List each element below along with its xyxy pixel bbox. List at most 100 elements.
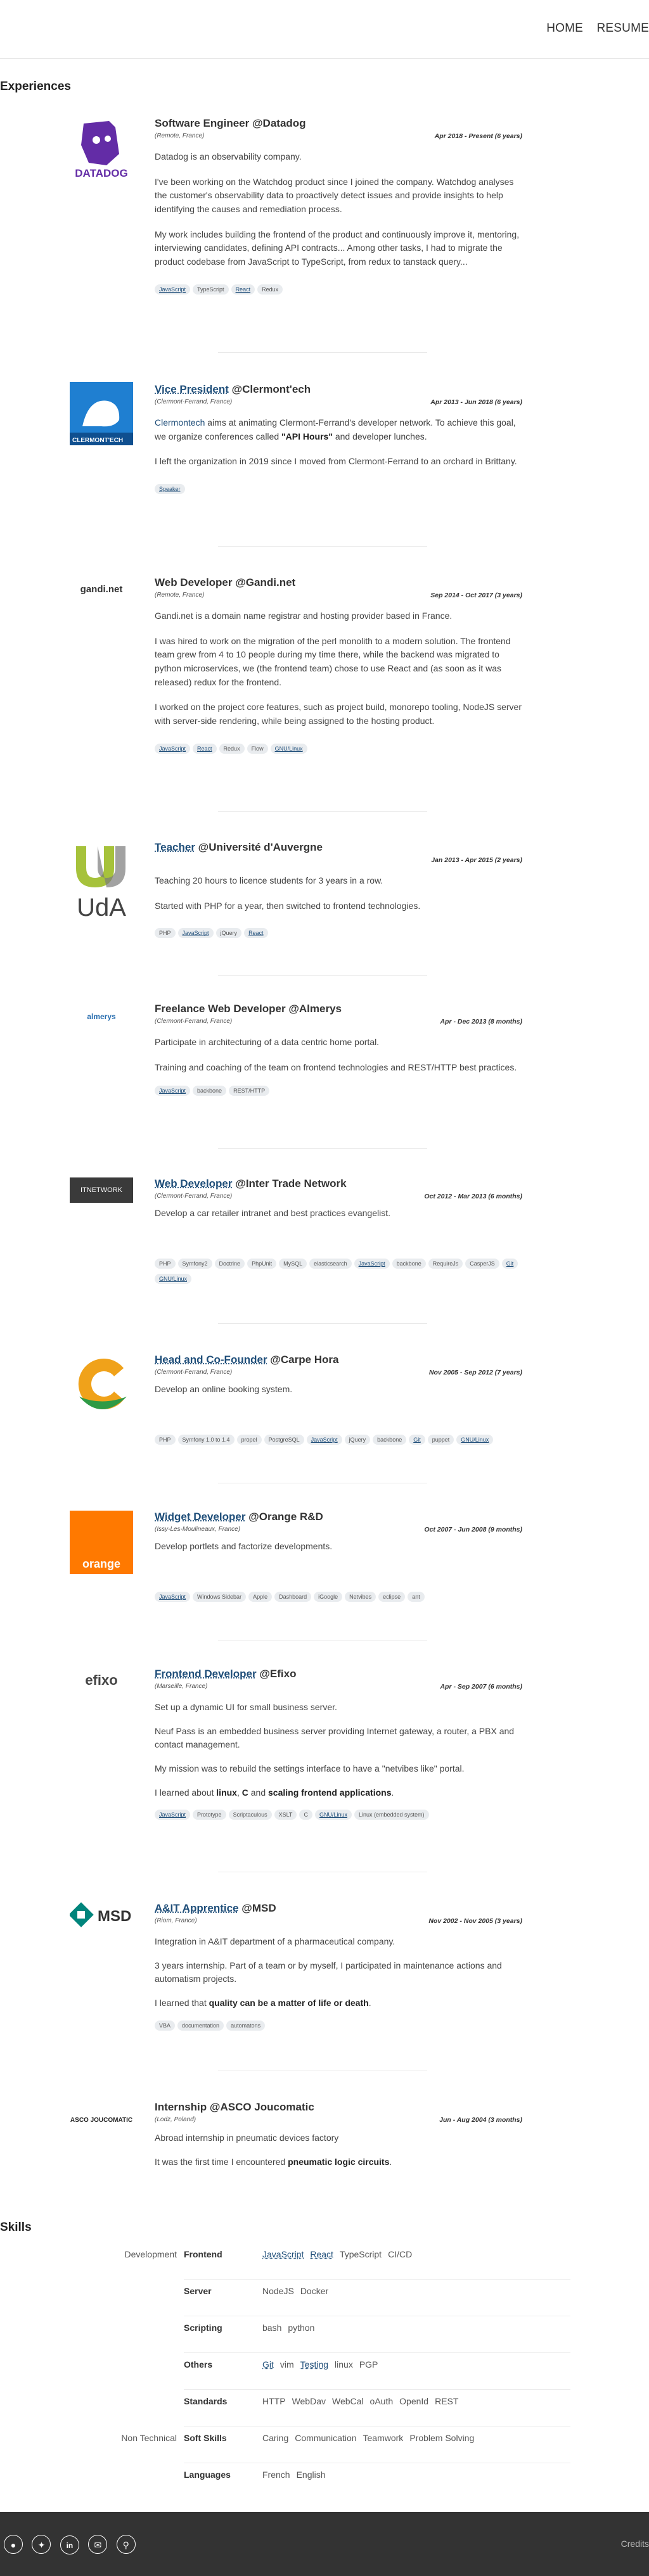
skill-item: TypeScript <box>339 2249 382 2259</box>
skill-item: PGP <box>359 2359 378 2370</box>
tag: PHP <box>155 928 176 939</box>
tag-list: PHP Symfony 1.0 to 1.4 propel PostgreSQL Jav… <box>155 1433 522 1449</box>
nav-resume-link[interactable]: RESUME <box>597 22 649 35</box>
job-paragraph: Clermontech aims at animating Clermont-F… <box>155 417 516 441</box>
job-period: Apr - Dec 2013 (8 months) <box>440 1018 522 1025</box>
tag[interactable]: JavaScript <box>306 1434 342 1445</box>
skill-item: REST <box>435 2396 459 2406</box>
tag: PhpUnit <box>247 1258 277 1269</box>
job-title: Vice President @Clermont'ech <box>155 383 311 395</box>
tag-list: JavaScript backbone REST/HTTP <box>155 1084 522 1100</box>
tag[interactable]: JavaScript <box>155 1591 191 1602</box>
experiences-title: Experiences <box>0 80 71 93</box>
job-period: Nov 2002 - Nov 2005 (3 years) <box>428 1917 522 1925</box>
svg-text:CLERMONT'ECH: CLERMONT'ECH <box>72 437 123 444</box>
skill-item[interactable]: JavaScript <box>262 2249 304 2259</box>
job-location: (Issy-Les-Moulineaux, France) <box>155 1526 241 1533</box>
tag[interactable]: Speaker <box>155 484 185 495</box>
carpehora-logo <box>70 1352 133 1416</box>
mail-icon[interactable]: ✉ <box>88 2535 108 2554</box>
tag[interactable]: JavaScript <box>177 928 214 939</box>
linkedin-icon[interactable]: in <box>60 2535 79 2554</box>
tag[interactable]: React <box>231 284 255 295</box>
tag[interactable]: Git <box>501 1258 518 1269</box>
footer: ● ✦ in ✉ ⚲ Credits <box>0 2512 649 2576</box>
job-paragraph: Develop a car retailer intranet and best… <box>155 1208 390 1218</box>
tag[interactable]: JavaScript <box>155 743 191 754</box>
tag[interactable]: JavaScript <box>155 1810 191 1820</box>
separator <box>218 811 427 812</box>
tag: TypeScript <box>193 284 229 295</box>
tag[interactable]: GNU/Linux <box>456 1434 494 1445</box>
skill-name: Soft Skills <box>184 2433 227 2443</box>
tag: Symfony 1.0 to 1.4 <box>177 1434 235 1445</box>
tag: ant <box>408 1591 425 1602</box>
skill-item: French <box>262 2470 290 2480</box>
social-links: ● ✦ in ✉ ⚲ <box>4 2535 142 2554</box>
tag: Prototype <box>193 1810 226 1820</box>
clermontech-link[interactable]: Clermontech <box>155 417 205 428</box>
skill-item[interactable]: Testing <box>300 2359 328 2370</box>
skill-name: Server <box>184 2286 212 2296</box>
skill-item: CI/CD <box>388 2249 413 2259</box>
tag: backbone <box>373 1434 407 1445</box>
github-icon[interactable]: ● <box>4 2535 23 2554</box>
job-role-link[interactable]: Head and Co-Founder <box>155 1354 267 1366</box>
job-role-link[interactable]: Teacher <box>155 841 195 853</box>
job-location: (Lodz, Poland) <box>155 2116 196 2123</box>
job-location: (Riom, France) <box>155 1917 197 1924</box>
job-paragraph: I learned about linux, C and scaling fro… <box>155 1787 394 1798</box>
job-role-link[interactable]: Web Developer <box>155 1177 233 1190</box>
tag: CasperJS <box>465 1258 499 1269</box>
job-title: Head and Co-Founder @Carpe Hora <box>155 1354 339 1366</box>
twitter-icon[interactable]: ✦ <box>32 2535 51 2554</box>
tag: Scriptaculous <box>228 1810 272 1820</box>
job-period: Jun - Aug 2004 (3 months) <box>439 2116 522 2124</box>
tag[interactable]: React <box>193 743 217 754</box>
tag-list: JavaScript React Redux Flow GNU/Linux <box>155 742 522 758</box>
msd-logo: MSD <box>68 1902 133 1927</box>
skill-item: vim <box>280 2359 294 2370</box>
tag: jQuery <box>215 928 242 939</box>
key-icon[interactable]: ⚲ <box>116 2535 136 2554</box>
job-role-link[interactable]: Frontend Developer <box>155 1668 257 1680</box>
nav-links: HOME RESUME <box>536 22 649 35</box>
tag: elasticsearch <box>309 1258 352 1269</box>
efixo-logo: efixo <box>85 1672 118 1688</box>
tag[interactable]: JavaScript <box>155 284 191 295</box>
tag: Netvibes <box>345 1591 376 1602</box>
asco-logo: ASCO JOUCOMATIC <box>70 2116 133 2124</box>
job-paragraph: Participate in architecturing of a data … <box>155 1037 380 1047</box>
tag: VBA <box>155 2020 176 2031</box>
job-location: (Clermont-Ferrand, France) <box>155 1018 233 1025</box>
job-period: Jan 2013 - Apr 2015 (2 years) <box>431 856 522 864</box>
tag[interactable]: GNU/Linux <box>314 1810 352 1820</box>
tag: PHP <box>155 1258 176 1269</box>
tag: Redux <box>257 284 283 295</box>
nav-home-link[interactable]: HOME <box>546 22 583 35</box>
job-location: (Remote, France) <box>155 592 205 599</box>
job-role-link[interactable]: Widget Developer <box>155 1511 245 1523</box>
skill-item[interactable]: Git <box>262 2359 274 2370</box>
job-paragraph: Gandi.net is a domain name registrar and… <box>155 611 453 621</box>
job-title: A&IT Apprentice @MSD <box>155 1902 276 1914</box>
job-paragraph: Started with PHP for a year, then switch… <box>155 900 421 911</box>
skill-item: HTTP <box>262 2396 286 2406</box>
job-paragraph: Abroad internship in pneumatic devices f… <box>155 2133 339 2143</box>
job-paragraph: I've been working on the Watchdog produc… <box>155 176 514 215</box>
job-title: Web Developer @Gandi.net <box>155 576 296 588</box>
skill-name: Others <box>184 2359 213 2370</box>
credits-link[interactable]: Credits <box>621 2539 649 2549</box>
tag[interactable]: JavaScript <box>155 1086 191 1096</box>
skill-item: oAuth <box>369 2396 394 2406</box>
skill-item[interactable]: React <box>310 2249 333 2259</box>
tag[interactable]: GNU/Linux <box>155 1273 192 1284</box>
tag[interactable]: React <box>244 928 268 939</box>
skill-row: Development Frontend JavaScript React Type… <box>0 2245 649 2280</box>
job-role-link[interactable]: A&IT Apprentice <box>155 1902 239 1914</box>
job-role-link[interactable]: Vice President <box>155 383 229 395</box>
job-period: Apr - Sep 2007 (6 months) <box>440 1683 522 1691</box>
tag[interactable]: JavaScript <box>354 1258 390 1269</box>
tag[interactable]: Git <box>409 1434 425 1445</box>
tag[interactable]: GNU/Linux <box>270 743 307 754</box>
